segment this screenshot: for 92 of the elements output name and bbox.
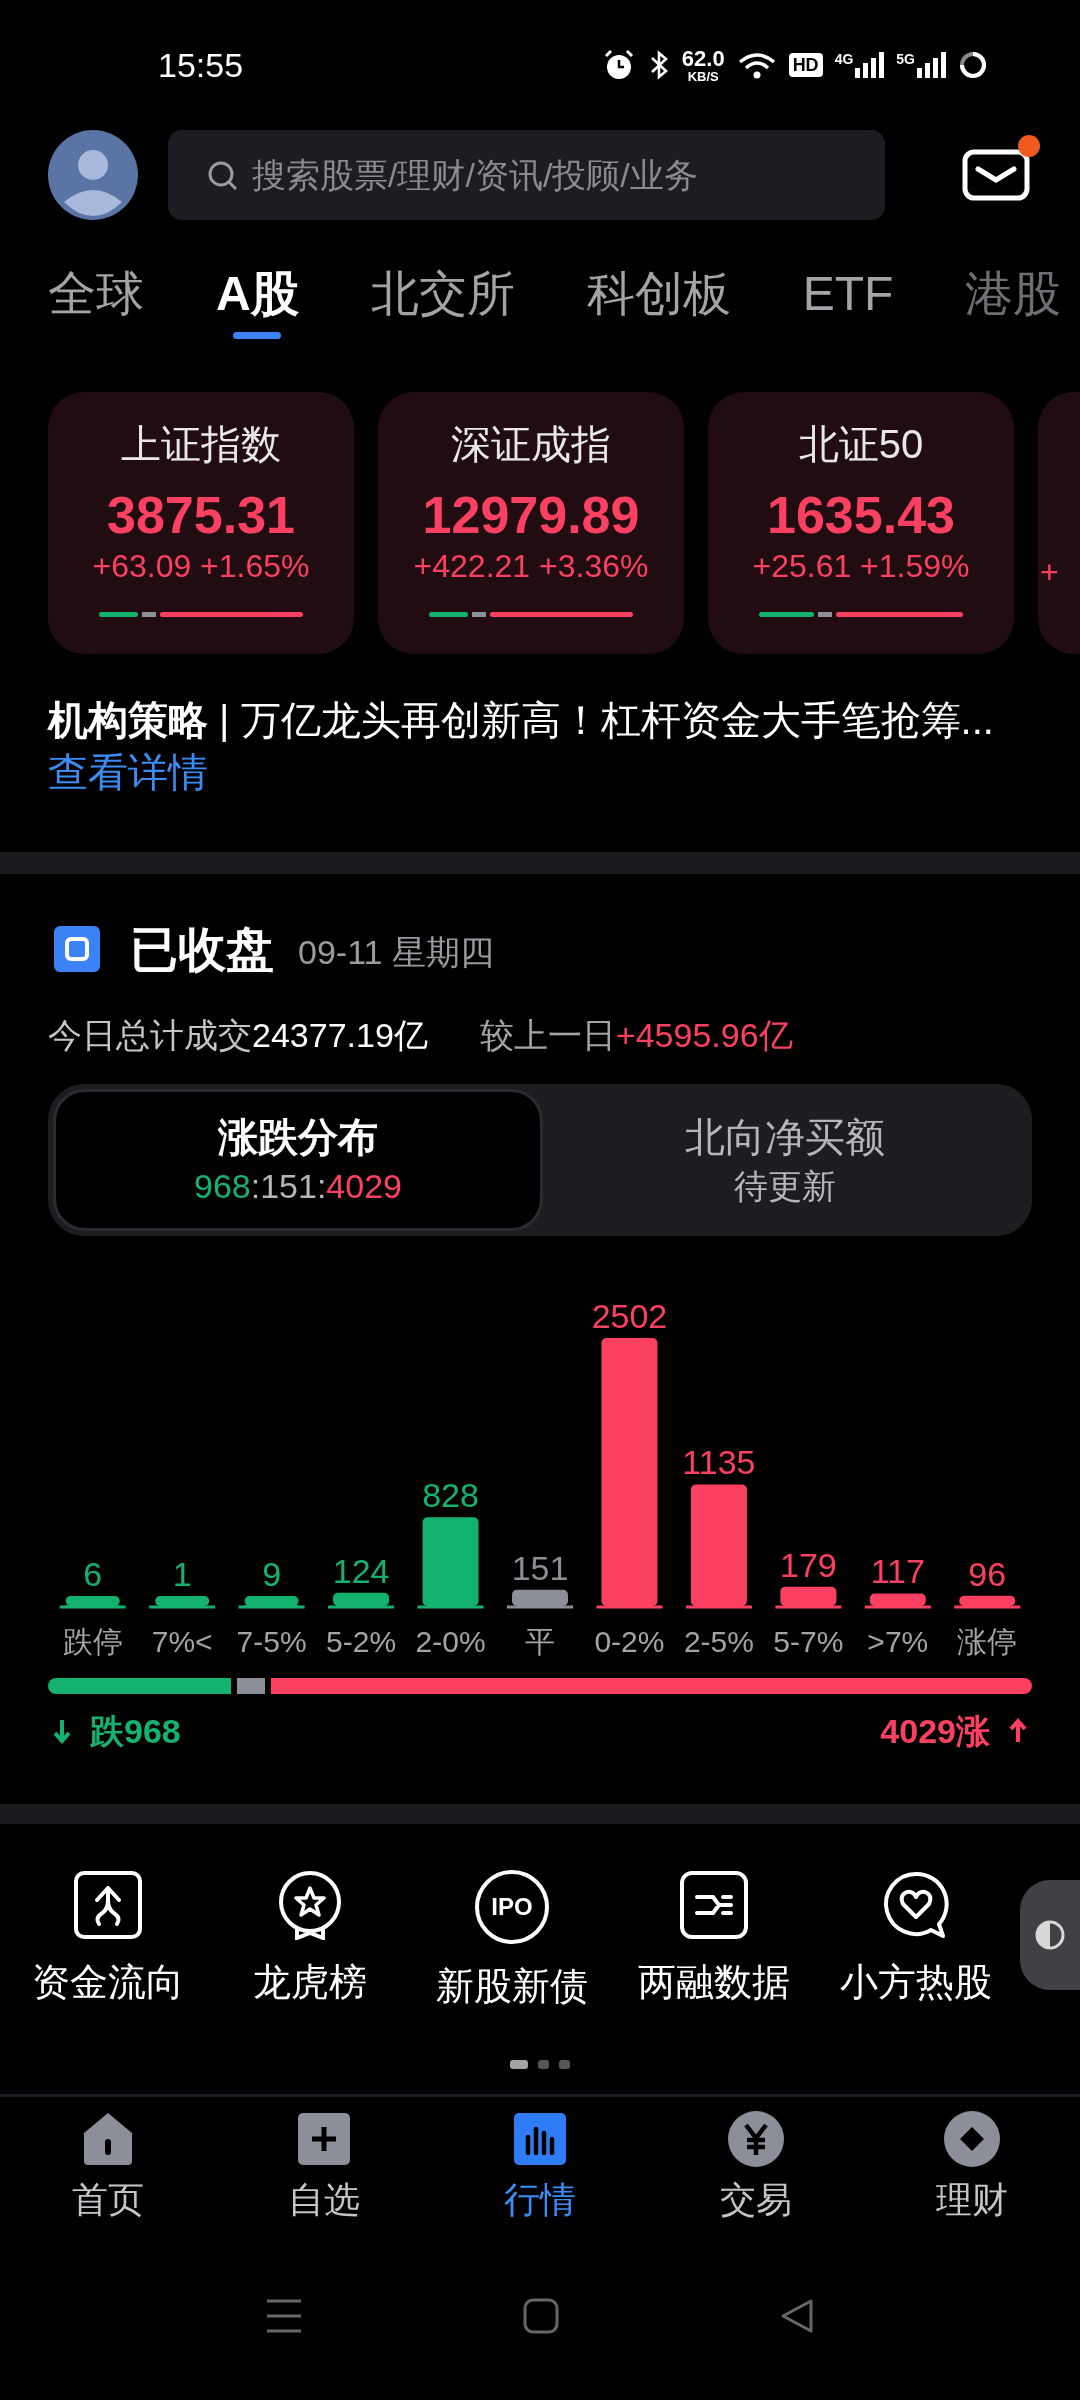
down-arrow-icon	[52, 1718, 72, 1744]
news-headline[interactable]: 机构策略 | 万亿龙头再创新高！杠杆资金大手笔抢筹...	[48, 694, 994, 746]
home-square-icon[interactable]	[523, 2298, 559, 2334]
ipo-icon: IPO	[475, 1870, 549, 1944]
index-change: +25.61 +1.59%	[752, 547, 970, 586]
search-icon	[206, 159, 238, 191]
bar-value: 124	[332, 1551, 390, 1590]
category-label: 平	[525, 1625, 555, 1658]
market-tab[interactable]: 港股	[965, 264, 1062, 324]
nav-tab[interactable]: 交易	[686, 2111, 826, 2223]
segment-tab[interactable]: 北向净买额 待更新	[543, 1089, 1027, 1231]
shortcut-button[interactable]: 龙虎榜	[212, 1870, 408, 2050]
menu-icon[interactable]	[265, 2298, 303, 2334]
signal-icon	[855, 52, 885, 78]
bar-value: 828	[422, 1476, 479, 1515]
category-label: 5-2%	[326, 1625, 397, 1658]
index-change: +	[1040, 556, 1059, 588]
bar-chart-icon	[512, 2111, 568, 2167]
compare-label: 较上一日	[479, 1014, 616, 1056]
nav-tab[interactable]: 自选	[254, 2111, 394, 2223]
active-tab-indicator	[233, 332, 282, 339]
segment-tab[interactable]: 涨跌分布 968:151:4029	[53, 1089, 543, 1231]
market-tab[interactable]: 科创板	[586, 264, 731, 324]
category-label: 跌停	[62, 1625, 123, 1658]
index-name: 深证成指	[451, 421, 611, 468]
category-label: 5-7%	[773, 1625, 844, 1658]
market-tab[interactable]: 全球	[48, 264, 144, 324]
turnover-label: 今日总计成交	[48, 1014, 252, 1056]
speed-unit: KB/S	[687, 69, 719, 83]
turnover-value: 24377.19亿	[252, 1014, 428, 1056]
category-label: 7%<	[151, 1625, 213, 1658]
index-change: +63.09 +1.65%	[92, 547, 310, 586]
hd-badge: HD	[788, 53, 823, 77]
index-value: 1635.43	[767, 485, 955, 546]
market-status-icon	[54, 926, 100, 972]
heart-bubble-icon	[881, 1870, 951, 1940]
bar-value: 151	[511, 1548, 569, 1587]
shortcut-button[interactable]: 资金流向	[10, 1870, 206, 2050]
bar-value: 6	[83, 1555, 103, 1593]
nav-tab[interactable]: 理财	[902, 2111, 1042, 2223]
nav-tab[interactable]: 行情	[470, 2111, 610, 2223]
market-tab[interactable]: ETF	[802, 264, 894, 324]
network-type: 4G	[834, 52, 854, 66]
shortcut-button[interactable]: 两融数据	[616, 1870, 812, 2050]
index-card[interactable]: 上证指数 3875.31 +63.09 +1.65%	[48, 392, 354, 654]
shortcut-button[interactable]: IPO 新股新债	[414, 1870, 610, 2050]
clock: 15:55	[158, 44, 244, 86]
add-square-icon	[296, 2111, 352, 2167]
yen-icon	[728, 2111, 784, 2167]
network-speed: 62.0	[681, 47, 725, 70]
bar-value: 179	[780, 1545, 837, 1584]
market-tab[interactable]: A股	[216, 264, 299, 324]
avatar-icon[interactable]	[48, 130, 138, 220]
category-label: 涨停	[957, 1625, 1018, 1658]
network-type: 5G	[896, 52, 915, 66]
category-label: 2-0%	[415, 1625, 486, 1658]
mail-icon[interactable]	[962, 149, 1030, 201]
wifi-icon	[736, 50, 777, 80]
index-change: +422.21 +3.36%	[413, 547, 649, 586]
signal-icon	[917, 52, 946, 78]
advancers-count: 4029涨	[880, 1710, 990, 1752]
compare-value: +4595.96亿	[615, 1014, 793, 1056]
market-date: 09-11 星期四	[298, 932, 494, 973]
battery-ring-icon	[958, 50, 988, 80]
bar-value: 9	[262, 1555, 282, 1593]
index-name: 上证指数	[121, 421, 281, 468]
index-value: 3875.31	[107, 485, 295, 546]
up-arrow-icon	[1008, 1718, 1028, 1744]
bar-value: 117	[870, 1552, 925, 1591]
theme-toggle-button[interactable]	[1020, 1880, 1080, 1990]
category-label: 7-5%	[236, 1625, 307, 1658]
search-input[interactable]: 搜索股票/理财/资讯/投顾/业务	[252, 149, 847, 201]
shortcut-button[interactable]: 小方热股	[818, 1870, 1014, 2050]
index-card[interactable]: +	[1038, 392, 1080, 654]
nav-tab[interactable]: 首页	[38, 2111, 178, 2223]
search-bar[interactable]: 搜索股票/理财/资讯/投顾/业务	[168, 130, 885, 220]
index-name: 北证50	[798, 421, 924, 468]
details-link[interactable]: 查看详情	[48, 746, 208, 798]
index-card[interactable]: 北证50 1635.43 +25.61 +1.59%	[708, 392, 1014, 654]
category-label: 2-5%	[683, 1625, 754, 1658]
back-icon[interactable]	[779, 2298, 815, 2334]
market-tab[interactable]: 北交所	[370, 264, 515, 324]
market-status: 已收盘	[130, 922, 274, 978]
category-label: 0-2%	[594, 1625, 665, 1658]
bar-value: 2502	[591, 1300, 668, 1335]
index-value: 12979.89	[422, 485, 640, 546]
bar-value: 1135	[682, 1443, 756, 1482]
index-card[interactable]: 深证成指 12979.89 +422.21 +3.36%	[378, 392, 684, 654]
category-label: >7%	[867, 1625, 929, 1658]
bar-value: 96	[968, 1554, 1007, 1593]
bar-value: 1	[172, 1555, 192, 1593]
decliners-count: 跌968	[90, 1710, 181, 1752]
